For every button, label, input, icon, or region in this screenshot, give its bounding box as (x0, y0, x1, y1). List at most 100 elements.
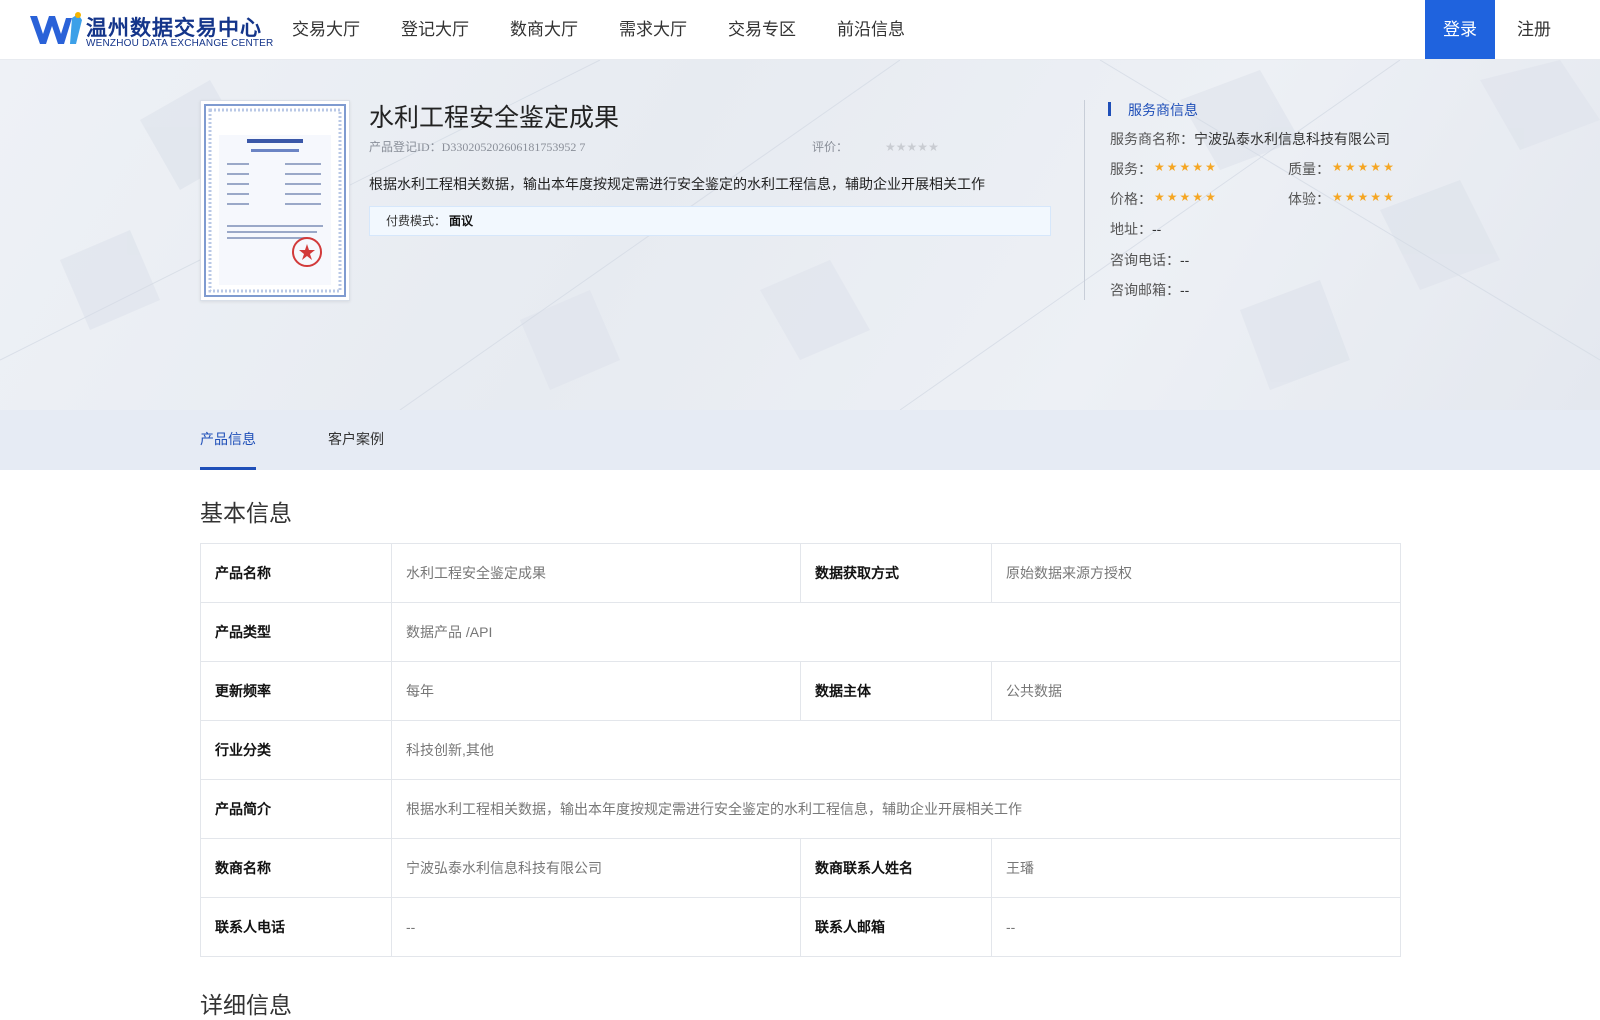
provider-email-value: -- (1180, 282, 1190, 298)
nav-item-frontier-info[interactable]: 前沿信息 (837, 0, 905, 59)
register-button[interactable]: 注册 (1512, 0, 1556, 59)
tab-customer-cases[interactable]: 客户案例 (328, 410, 384, 470)
main-nav: 交易大厅 登记大厅 数商大厅 需求大厅 交易专区 前沿信息 (292, 0, 946, 59)
table-row: 联系人电话 -- 联系人邮箱 -- (200, 897, 1401, 957)
star-icon: ★ (1166, 160, 1178, 174)
certificate-image[interactable] (200, 100, 350, 301)
detail-info-title: 详细信息 (200, 992, 292, 1018)
table-row: 更新频率 每年 数据主体 公共数据 (200, 661, 1401, 721)
provider-rating-price-stars: ★ ★ ★ ★ ★ (1154, 191, 1218, 204)
star-icon: ★ (1383, 160, 1394, 174)
product-rating-stars[interactable]: ★ ★ ★ ★ ★ (885, 141, 939, 153)
star-icon: ★ (1205, 160, 1216, 174)
product-banner: 水利工程安全鉴定成果 产品登记ID：D330205202606181753952… (0, 60, 1600, 410)
table-key: 产品名称 (200, 543, 392, 603)
provider-rating-quality-stars: ★ ★ ★ ★ ★ (1332, 161, 1396, 174)
table-row: 行业分类 科技创新,其他 (200, 720, 1401, 780)
star-icon: ★ (1166, 190, 1178, 204)
nav-item-demand-hall[interactable]: 需求大厅 (619, 0, 687, 59)
star-icon: ★ (1332, 160, 1343, 174)
provider-rating-experience-stars: ★ ★ ★ ★ ★ (1332, 191, 1396, 204)
table-key: 联系人电话 (200, 897, 392, 957)
nav-item-merchant-hall[interactable]: 数商大厅 (510, 0, 578, 59)
provider-address-row: 地址：-- (1110, 219, 1161, 239)
nav-item-registration-hall[interactable]: 登记大厅 (401, 0, 469, 59)
provider-address-label: 地址： (1110, 221, 1152, 237)
provider-email-row: 咨询邮箱：-- (1110, 280, 1189, 300)
provider-name-row: 服务商名称：宁波弘泰水利信息科技有限公司 (1110, 129, 1390, 149)
product-title: 水利工程安全鉴定成果 (369, 104, 620, 132)
provider-name-label: 服务商名称： (1110, 131, 1194, 147)
table-key: 数据主体 (800, 661, 992, 721)
detail-tabbar: 产品信息 客户案例 (0, 410, 1600, 470)
table-value: 原始数据来源方授权 (991, 543, 1401, 603)
star-icon: ★ (906, 140, 918, 154)
provider-section-title: 服务商信息 (1128, 102, 1198, 118)
provider-divider (1084, 100, 1085, 300)
star-icon: ★ (1205, 190, 1216, 204)
table-value: 水利工程安全鉴定成果 (391, 543, 801, 603)
table-row: 数商名称 宁波弘泰水利信息科技有限公司 数商联系人姓名 王璠 (200, 838, 1401, 898)
top-header: 温州数据交易中心 WENZHOU DATA EXCHANGE CENTER 交易… (0, 0, 1600, 60)
table-value: -- (991, 897, 1401, 957)
star-icon: ★ (1179, 160, 1191, 174)
provider-email-label: 咨询邮箱： (1110, 282, 1180, 298)
nav-item-trading-zone[interactable]: 交易专区 (728, 0, 796, 59)
table-value: -- (391, 897, 801, 957)
table-value: 每年 (391, 661, 801, 721)
star-icon: ★ (1332, 190, 1343, 204)
provider-phone-row: 咨询电话：-- (1110, 250, 1189, 270)
table-value: 宁波弘泰水利信息科技有限公司 (391, 838, 801, 898)
certificate-icon (204, 104, 346, 297)
basic-info-table: 产品名称 水利工程安全鉴定成果 数据获取方式 原始数据来源方授权 产品类型 数据… (200, 543, 1401, 957)
provider-address-value: -- (1152, 221, 1162, 237)
product-description: 根据水利工程相关数据，输出本年度按规定需进行安全鉴定的水利工程信息，辅助企业开展… (369, 176, 985, 192)
star-icon: ★ (917, 140, 929, 154)
table-value: 数据产品 /API (391, 602, 1401, 662)
table-value: 公共数据 (991, 661, 1401, 721)
star-icon: ★ (885, 140, 896, 154)
pay-mode-label: 付费模式： (386, 214, 447, 228)
star-icon: ★ (1154, 190, 1165, 204)
table-key: 产品简介 (200, 779, 392, 839)
provider-phone-value: -- (1180, 252, 1190, 268)
star-icon: ★ (1357, 190, 1369, 204)
star-icon: ★ (928, 140, 939, 154)
star-icon: ★ (1154, 160, 1165, 174)
table-key: 行业分类 (200, 720, 392, 780)
table-key: 产品类型 (200, 602, 392, 662)
table-key: 数商名称 (200, 838, 392, 898)
product-id-label: 产品登记ID： (369, 140, 442, 154)
product-id-row: 产品登记ID：D330205202606181753952 7 (369, 138, 585, 155)
basic-info-title: 基本信息 (200, 500, 292, 526)
star-icon: ★ (1192, 190, 1204, 204)
table-key: 更新频率 (200, 661, 392, 721)
star-icon: ★ (1357, 160, 1369, 174)
star-icon: ★ (1344, 190, 1356, 204)
table-value: 科技创新,其他 (391, 720, 1401, 780)
nav-item-trading-hall[interactable]: 交易大厅 (292, 0, 360, 59)
provider-rating-service-label: 服务： (1110, 161, 1152, 177)
table-row: 产品简介 根据水利工程相关数据，输出本年度按规定需进行安全鉴定的水利工程信息，辅… (200, 779, 1401, 839)
star-icon: ★ (1370, 160, 1382, 174)
pay-mode-box: 付费模式： 面议 (369, 206, 1051, 236)
logo-mark-icon (30, 12, 82, 44)
product-rating-label: 评价： (812, 140, 849, 154)
product-id-value: D330205202606181753952 7 (441, 140, 586, 154)
provider-title-marker (1108, 102, 1111, 116)
star-icon: ★ (1192, 160, 1204, 174)
star-icon: ★ (1344, 160, 1356, 174)
provider-name-value: 宁波弘泰水利信息科技有限公司 (1194, 131, 1390, 147)
table-value: 根据水利工程相关数据，输出本年度按规定需进行安全鉴定的水利工程信息，辅助企业开展… (391, 779, 1401, 839)
logo-text-en: WENZHOU DATA EXCHANGE CENTER (86, 38, 274, 49)
site-logo[interactable]: 温州数据交易中心 WENZHOU DATA EXCHANGE CENTER (28, 10, 273, 52)
login-button[interactable]: 登录 (1425, 0, 1495, 59)
star-icon: ★ (895, 140, 907, 154)
table-row: 产品类型 数据产品 /API (200, 602, 1401, 662)
table-key: 数商联系人姓名 (800, 838, 992, 898)
provider-rating-experience-label: 体验： (1288, 191, 1330, 207)
provider-rating-quality-label: 质量： (1288, 161, 1330, 177)
table-value: 王璠 (991, 838, 1401, 898)
tab-product-info[interactable]: 产品信息 (200, 410, 256, 470)
provider-rating-service-stars: ★ ★ ★ ★ ★ (1154, 161, 1218, 174)
